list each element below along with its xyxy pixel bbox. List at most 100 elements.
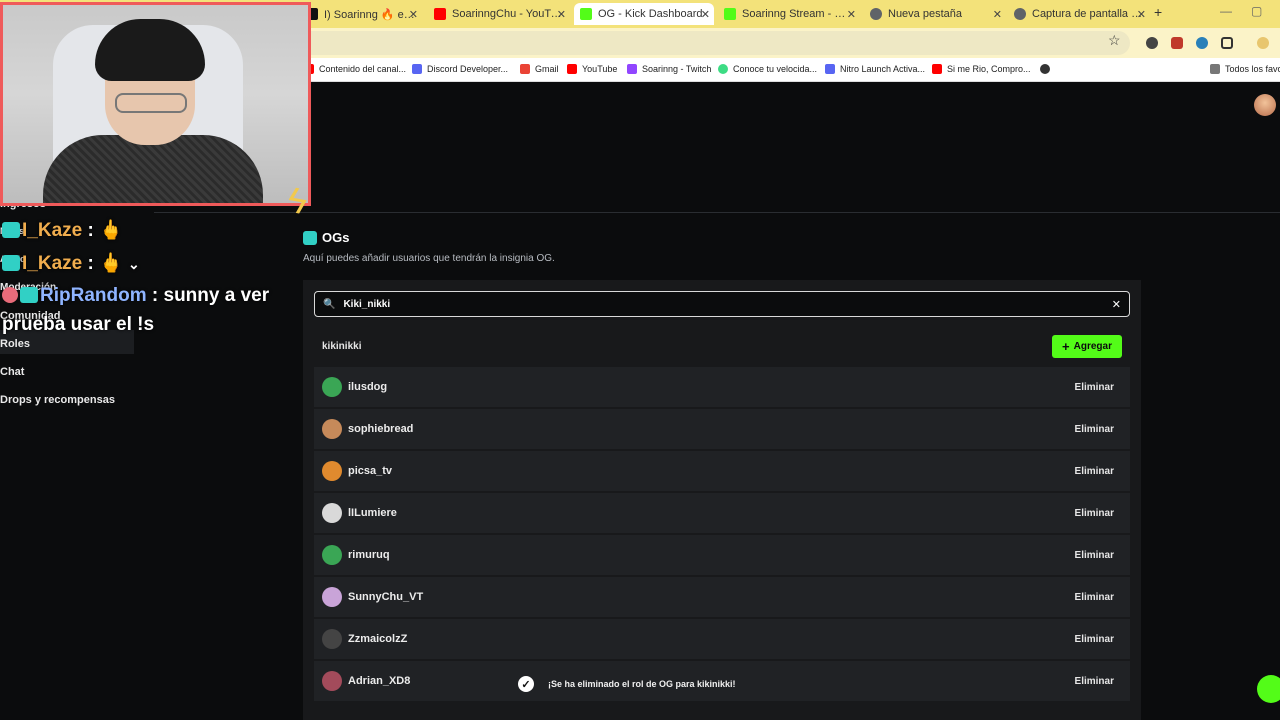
speedtest-icon bbox=[718, 64, 728, 74]
delete-button[interactable]: Eliminar bbox=[1067, 544, 1122, 566]
bookmark-label: Soarinng - Twitch bbox=[642, 64, 712, 74]
tab-title: Soarinng Stream - Watch bbox=[742, 8, 854, 20]
browser-tab[interactable]: Nueva pestaña ✕ bbox=[864, 3, 1006, 25]
bookmark-item[interactable]: Discord Developer... bbox=[412, 64, 508, 74]
page-title: OGs bbox=[303, 230, 349, 245]
user-name: ZzmaicolzZ bbox=[348, 633, 408, 645]
youtube-icon bbox=[434, 8, 446, 20]
extension-icon[interactable] bbox=[1171, 37, 1183, 49]
chevron-down-icon[interactable]: ⌄ bbox=[128, 256, 140, 272]
sidebar-item-chat[interactable]: Chat bbox=[0, 366, 24, 378]
avatar-icon bbox=[2, 287, 18, 303]
delete-button[interactable]: Eliminar bbox=[1067, 670, 1122, 692]
search-result: kikinikki + Agregar bbox=[314, 333, 1130, 361]
webcam-person-glasses bbox=[115, 93, 187, 113]
bookmark-label: Si me Rio, Compro... bbox=[947, 64, 1031, 74]
browser-tab[interactable]: I) Soarinng 🔥 en X: "E ✕ bbox=[300, 3, 422, 25]
help-chat-icon[interactable] bbox=[1257, 675, 1280, 703]
chrome-icon bbox=[870, 8, 882, 20]
bookmark-item[interactable]: YouTube bbox=[567, 64, 617, 74]
chat-text: 🖕 bbox=[99, 220, 123, 241]
chat-message-continuation: prueba usar el !s bbox=[2, 314, 154, 336]
chat-text: 🖕 bbox=[99, 253, 123, 274]
user-avatar bbox=[322, 461, 342, 481]
delete-button[interactable]: Eliminar bbox=[1067, 460, 1122, 482]
chat-separator: : bbox=[82, 220, 100, 241]
close-tab-icon[interactable]: ✕ bbox=[847, 8, 856, 21]
page-description: Aquí puedes añadir usuarios que tendrán … bbox=[303, 253, 555, 264]
browser-tab[interactable]: Captura de pantalla 2026 ✕ bbox=[1008, 3, 1150, 25]
user-avatar bbox=[322, 629, 342, 649]
bookmark-label: Nitro Launch Activa... bbox=[840, 64, 926, 74]
browser-tab[interactable]: Soarinng Stream - Watch ✕ bbox=[718, 3, 860, 25]
chrome-icon bbox=[1014, 8, 1026, 20]
globe-icon[interactable] bbox=[1040, 64, 1055, 74]
delete-button[interactable]: Eliminar bbox=[1067, 586, 1122, 608]
avatar[interactable] bbox=[1257, 37, 1269, 49]
folder-icon bbox=[1210, 64, 1220, 74]
delete-button[interactable]: Eliminar bbox=[1067, 376, 1122, 398]
extensions-puzzle-icon[interactable] bbox=[1221, 37, 1233, 49]
close-tab-icon[interactable]: ✕ bbox=[557, 8, 566, 21]
user-name: picsa_tv bbox=[348, 465, 393, 477]
search-icon: 🔍 bbox=[323, 298, 336, 310]
delete-button[interactable]: Eliminar bbox=[1067, 628, 1122, 650]
user-name: ilusdog bbox=[348, 381, 388, 393]
og-user-row: sophiebread Eliminar bbox=[314, 409, 1130, 449]
close-tab-icon[interactable]: ✕ bbox=[701, 8, 710, 21]
bookmark-item[interactable]: Nitro Launch Activa... bbox=[825, 64, 925, 74]
globe-icon bbox=[1040, 64, 1050, 74]
tab-title: SoarinngChu - YouTube bbox=[452, 8, 564, 20]
search-input[interactable] bbox=[341, 297, 1112, 311]
browser-tab-active[interactable]: OG - Kick Dashboard ✕ bbox=[574, 3, 714, 25]
search-field[interactable]: 🔍 ✕ bbox=[314, 291, 1130, 317]
chat-message: I_Kaze : 🖕 bbox=[2, 218, 123, 242]
address-bar[interactable] bbox=[240, 31, 1130, 55]
user-avatar bbox=[322, 545, 342, 565]
user-avatar bbox=[322, 503, 342, 523]
sidebar-item-drops[interactable]: Drops y recompensas bbox=[0, 394, 115, 406]
og-user-row: picsa_tv Eliminar bbox=[314, 451, 1130, 491]
og-user-row: SunnyChu_VT Eliminar bbox=[314, 577, 1130, 617]
bookmark-folder[interactable]: Todos los favor bbox=[1210, 64, 1280, 74]
chat-username: I_Kaze bbox=[22, 220, 83, 241]
browser-tab[interactable]: SoarinngChu - YouTube ✕ bbox=[428, 3, 570, 25]
close-tab-icon[interactable]: ✕ bbox=[993, 8, 1002, 21]
user-name: Adrian_XD8 bbox=[348, 675, 411, 687]
webcam-overlay bbox=[0, 2, 311, 206]
close-tab-icon[interactable]: ✕ bbox=[1137, 8, 1146, 21]
user-avatar bbox=[322, 587, 342, 607]
chat-username: I_Kaze bbox=[22, 253, 83, 274]
clear-icon[interactable]: ✕ bbox=[1112, 298, 1121, 311]
extension-icon[interactable] bbox=[1196, 37, 1208, 49]
check-icon: ✓ bbox=[518, 676, 534, 692]
chat-message: RipRandom : sunny a ver bbox=[2, 285, 269, 307]
tab-title: I) Soarinng 🔥 en X: "E bbox=[324, 8, 416, 21]
bookmark-item[interactable]: Contenido del canal... bbox=[304, 64, 406, 74]
og-badge-icon bbox=[303, 230, 317, 245]
avatar[interactable] bbox=[1254, 94, 1276, 116]
bookmark-item[interactable]: Soarinng - Twitch bbox=[627, 64, 711, 74]
bookmark-item[interactable]: Si me Rio, Compro... bbox=[932, 64, 1031, 74]
close-tab-icon[interactable]: ✕ bbox=[409, 8, 418, 21]
new-tab-icon[interactable]: + bbox=[1154, 4, 1162, 20]
delete-button[interactable]: Eliminar bbox=[1067, 502, 1122, 524]
user-avatar bbox=[322, 419, 342, 439]
bookmark-item[interactable]: Gmail bbox=[520, 64, 559, 74]
og-user-row: ZzmaicolzZ Eliminar bbox=[314, 619, 1130, 659]
youtube-icon bbox=[932, 64, 942, 74]
bookmark-item[interactable]: Conoce tu velocida... bbox=[718, 64, 817, 74]
tab-title: Nueva pestaña bbox=[888, 8, 962, 20]
delete-button[interactable]: Eliminar bbox=[1067, 418, 1122, 440]
bookmark-label: Gmail bbox=[535, 64, 559, 74]
kick-icon bbox=[724, 8, 736, 20]
maximize-icon[interactable]: ▢ bbox=[1251, 4, 1262, 18]
add-button[interactable]: + Agregar bbox=[1052, 335, 1122, 358]
user-name: SunnyChu_VT bbox=[348, 591, 424, 603]
sidebar-item-roles[interactable]: Roles bbox=[0, 338, 30, 350]
extension-icon[interactable] bbox=[1146, 37, 1158, 49]
og-badge-icon bbox=[20, 287, 38, 303]
toast-message: ¡Se ha eliminado el rol de OG para kikin… bbox=[548, 679, 736, 689]
minimize-icon[interactable]: — bbox=[1220, 4, 1232, 18]
bookmark-star-icon[interactable]: ☆ bbox=[1108, 32, 1121, 49]
